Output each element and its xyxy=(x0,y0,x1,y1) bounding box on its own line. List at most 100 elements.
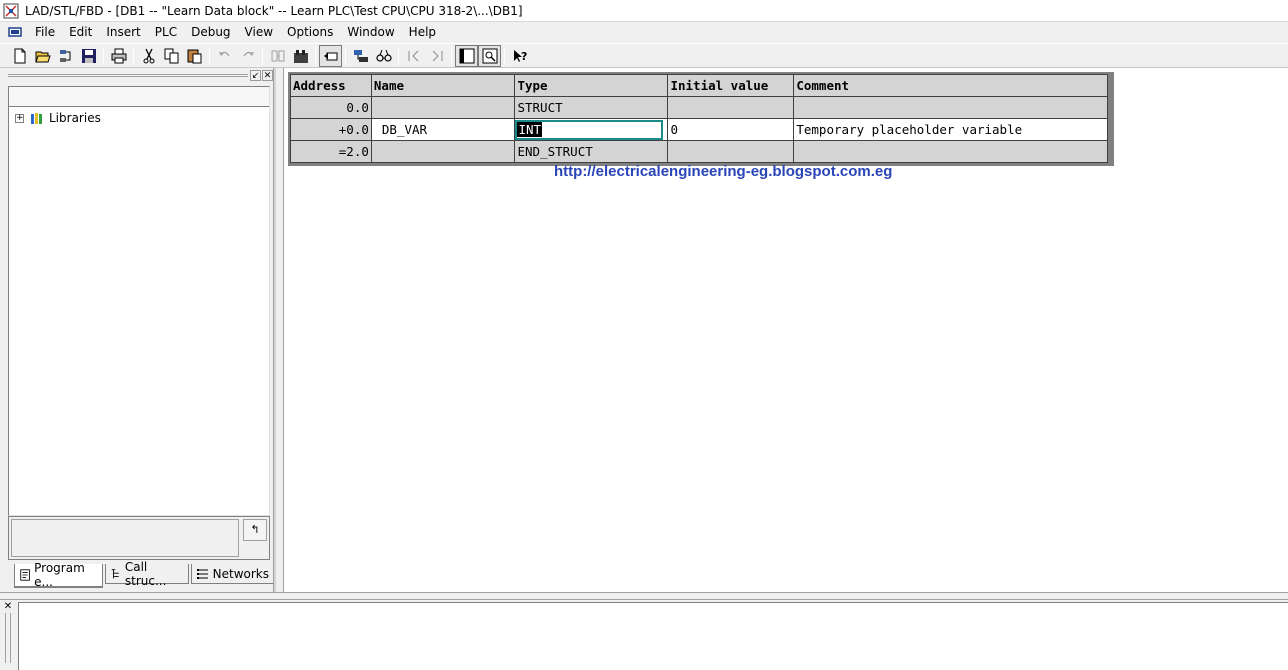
pane-grip[interactable] xyxy=(8,74,248,77)
menu-insert[interactable]: Insert xyxy=(99,22,147,42)
open-button[interactable] xyxy=(31,45,54,67)
zoom-icon xyxy=(482,48,497,63)
cut-button[interactable] xyxy=(137,45,160,67)
overview-button[interactable] xyxy=(455,44,478,67)
monitor-button[interactable] xyxy=(349,45,372,67)
menu-bar: File Edit Insert PLC Debug View Options … xyxy=(0,22,1288,42)
open-icon xyxy=(34,51,51,62)
copy-button[interactable] xyxy=(160,45,183,67)
module-info-button[interactable] xyxy=(289,45,312,67)
header-name: Name xyxy=(370,74,516,97)
pane-splitter[interactable] xyxy=(273,68,276,592)
glasses-icon xyxy=(375,49,392,62)
zoom-button[interactable] xyxy=(478,44,501,67)
pane-tabs: Program e... Call struc... Networks xyxy=(14,560,276,589)
undo-button[interactable] xyxy=(213,45,236,67)
back-icon xyxy=(323,52,337,60)
paste-icon xyxy=(187,49,201,63)
table-row: =2.0 END_STRUCT xyxy=(290,140,1108,163)
toolbar-separator xyxy=(398,46,399,65)
download-button[interactable] xyxy=(266,45,289,67)
tree-item-libraries[interactable]: + Libraries xyxy=(15,111,101,125)
new-icon xyxy=(14,48,25,63)
redo-icon xyxy=(242,51,254,56)
menu-file[interactable]: File xyxy=(28,22,62,42)
panel-grip[interactable] xyxy=(5,613,11,663)
cut-icon xyxy=(143,48,154,63)
toolbar: ? xyxy=(0,43,1288,68)
prev-network-button[interactable] xyxy=(402,45,425,67)
close-icon[interactable]: ✕ xyxy=(2,602,14,613)
call-structure-icon xyxy=(111,568,119,578)
panel-side: ✕ xyxy=(2,602,16,670)
header-comment: Comment xyxy=(793,74,1108,97)
cell-initial-value[interactable] xyxy=(667,96,795,119)
program-elements-icon xyxy=(20,569,30,581)
menu-edit[interactable]: Edit xyxy=(62,22,99,42)
next-network-icon xyxy=(432,50,443,61)
toolbar-separator xyxy=(451,46,452,65)
menu-debug[interactable]: Debug xyxy=(184,22,237,42)
tab-program-elements[interactable]: Program e... xyxy=(14,561,103,589)
save-icon xyxy=(81,48,96,63)
menu-plc[interactable]: PLC xyxy=(148,22,184,42)
insert-icon[interactable]: ↰ xyxy=(243,519,267,541)
detail-area xyxy=(11,519,239,557)
menu-view[interactable]: View xyxy=(238,22,280,42)
next-network-button[interactable] xyxy=(425,45,448,67)
cell-comment[interactable]: Temporary placeholder variable xyxy=(793,118,1108,141)
cell-type[interactable]: END_STRUCT xyxy=(514,140,669,163)
tab-call-structure[interactable]: Call struc... xyxy=(104,560,189,588)
menu-options[interactable]: Options xyxy=(280,22,340,42)
help-icon: ? xyxy=(513,49,527,63)
cell-initial-value[interactable]: 0 xyxy=(667,118,795,141)
editor-area[interactable]: Address Name Type Initial value Comment … xyxy=(283,68,1288,592)
expand-icon[interactable]: + xyxy=(15,113,24,123)
print-icon xyxy=(111,48,126,63)
toolbar-separator xyxy=(504,46,505,65)
cell-comment[interactable] xyxy=(793,96,1108,119)
menu-help[interactable]: Help xyxy=(402,22,443,42)
tab-networks[interactable]: Networks xyxy=(190,564,274,584)
toolbar-separator xyxy=(209,46,210,65)
window-title: LAD/STL/FBD - [DB1 -- "Learn Data block"… xyxy=(25,3,523,18)
bottom-splitter[interactable] xyxy=(0,592,1288,600)
tab-label: Call struc... xyxy=(124,559,167,588)
document-icon[interactable] xyxy=(8,26,22,38)
cell-name[interactable] xyxy=(370,96,516,119)
cell-comment[interactable] xyxy=(793,140,1108,163)
toolbar-separator xyxy=(345,46,346,65)
monitor-icon xyxy=(353,49,368,62)
close-icon[interactable]: ✕ xyxy=(262,70,273,81)
cell-name[interactable] xyxy=(370,140,516,163)
declaration-table-frame: Address Name Type Initial value Comment … xyxy=(288,72,1114,166)
back-button[interactable] xyxy=(319,44,342,67)
cell-type[interactable]: STRUCT xyxy=(514,96,669,119)
cell-type[interactable]: INT xyxy=(514,118,669,141)
table-row: 0.0 STRUCT xyxy=(290,96,1108,119)
overview-pane: ↙ ✕ + Libraries ↰ Program e... Call stru… xyxy=(2,68,276,592)
header-initial-value: Initial value xyxy=(667,74,795,97)
cell-name[interactable]: DB_VAR xyxy=(370,118,516,141)
restore-icon[interactable]: ↙ xyxy=(250,70,261,81)
new-button[interactable] xyxy=(8,45,31,67)
context-help-button[interactable]: ? xyxy=(508,45,531,67)
declaration-table: Address Name Type Initial value Comment … xyxy=(290,74,1108,163)
toolbar-separator xyxy=(103,46,104,65)
toolbar-separator xyxy=(262,46,263,65)
accessible-nodes-button[interactable] xyxy=(54,45,77,67)
paste-button[interactable] xyxy=(183,45,206,67)
type-input[interactable]: INT xyxy=(515,119,664,140)
glasses-button[interactable] xyxy=(372,45,395,67)
print-button[interactable] xyxy=(107,45,130,67)
save-button[interactable] xyxy=(77,45,100,67)
download-icon xyxy=(271,50,284,61)
details-content[interactable] xyxy=(18,602,1288,670)
cell-initial-value[interactable] xyxy=(667,140,795,163)
tab-label: Program e... xyxy=(34,561,85,589)
menu-window[interactable]: Window xyxy=(340,22,401,42)
tree-header xyxy=(9,87,269,107)
redo-button[interactable] xyxy=(236,45,259,67)
program-elements-tree[interactable]: + Libraries xyxy=(8,86,270,516)
watermark-link: http://electricalengineering-eg.blogspot… xyxy=(554,163,893,180)
